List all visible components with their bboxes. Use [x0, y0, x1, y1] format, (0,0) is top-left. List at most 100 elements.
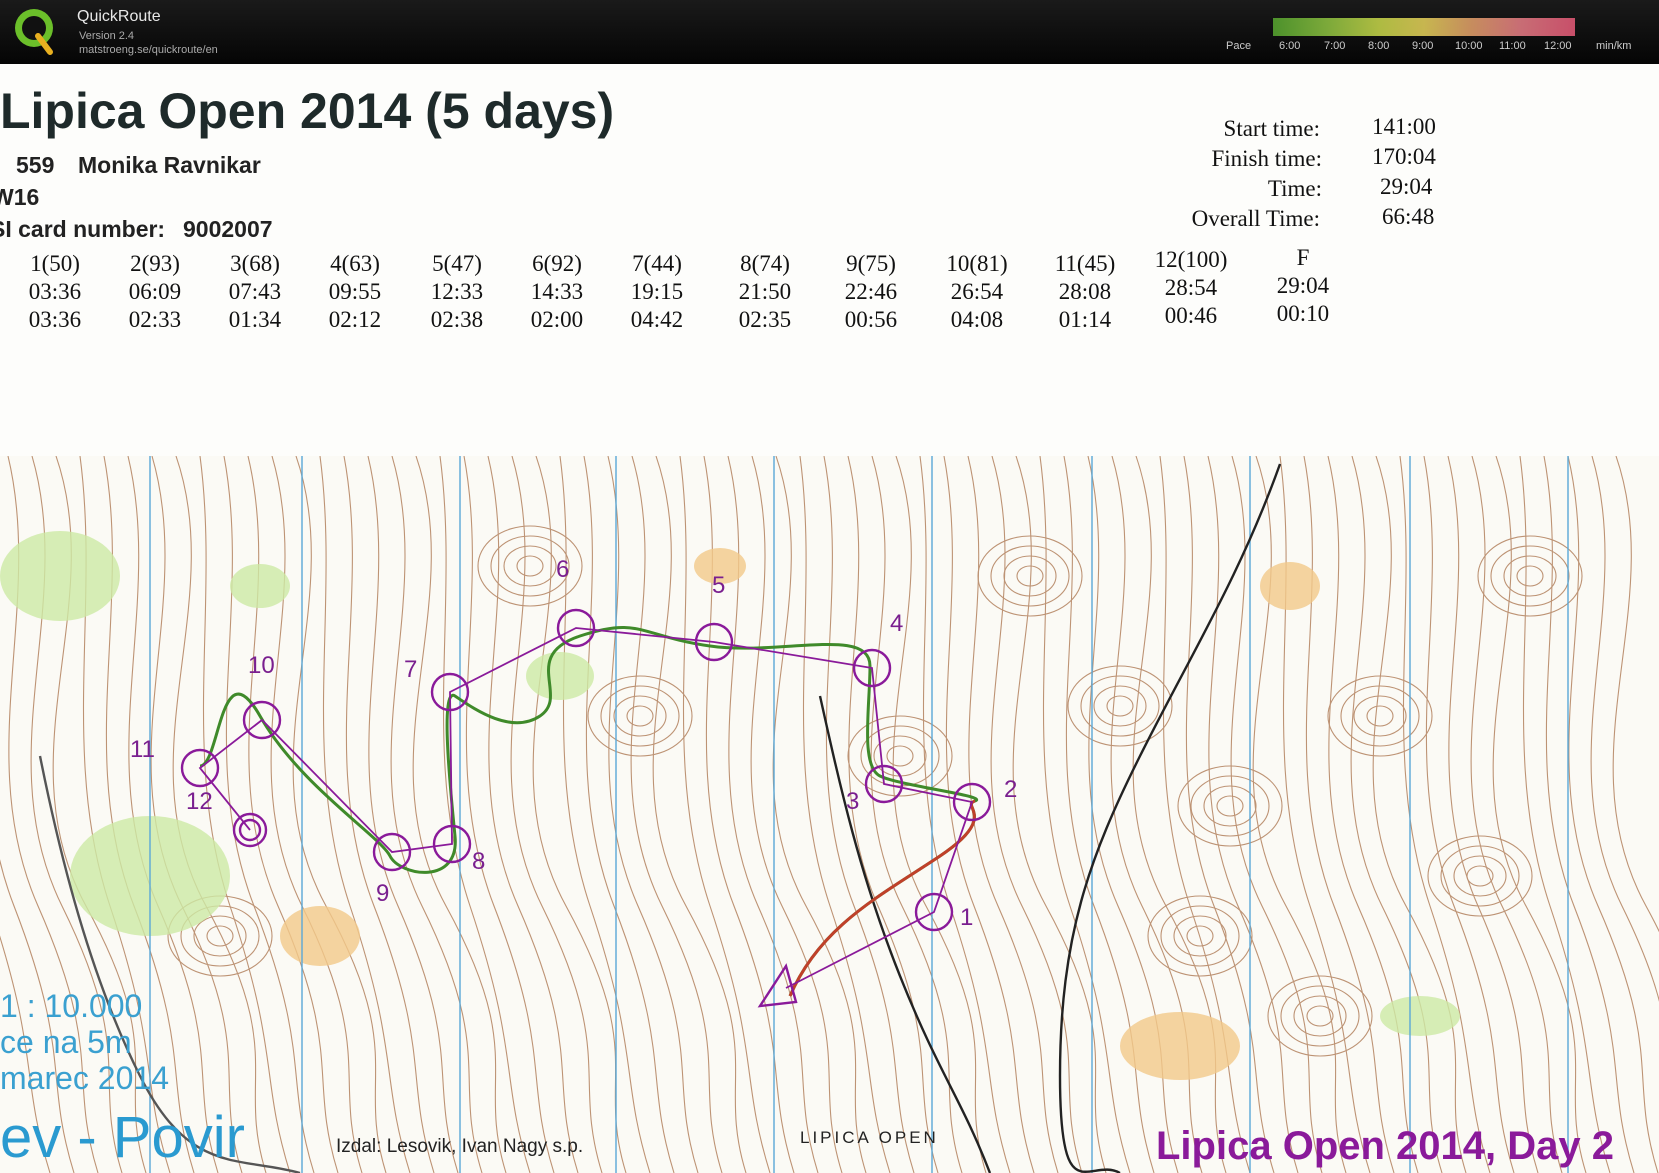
- split-leg: 02:38: [430, 307, 484, 332]
- start-time-value: 141:00: [1372, 114, 1436, 139]
- pace-tick: 10:00: [1455, 40, 1483, 52]
- split-leg: 04:42: [630, 307, 684, 332]
- map-sheet[interactable]: Lipica Open 2014 (5 days) 559 Monika Rav…: [0, 64, 1659, 1173]
- bib-number: 559: [16, 152, 55, 178]
- orienteering-map[interactable]: [0, 456, 1659, 1173]
- split-leg: 02:00: [530, 307, 584, 332]
- split-column: 9(75) 22:46 00:56: [826, 250, 916, 334]
- overall-time-value: 66:48: [1382, 204, 1435, 229]
- start-time-label: Start time:: [1223, 116, 1320, 141]
- time-value: 29:04: [1380, 174, 1433, 199]
- control-number-label: 7: [404, 656, 418, 683]
- split-cumulative: 06:09: [128, 279, 182, 304]
- contour-interval: ce na 5m: [0, 1024, 132, 1060]
- si-card-label: SI card number:: [0, 216, 166, 242]
- split-leg: 03:36: [28, 307, 82, 332]
- runner-name: Monika Ravnikar: [78, 152, 261, 178]
- map-area-name: ev - Povir: [0, 1105, 245, 1170]
- split-control: 4(63): [330, 251, 380, 276]
- split-cumulative: 28:08: [1058, 279, 1112, 304]
- pace-tick: 12:00: [1544, 40, 1572, 52]
- control-number-label: 11: [130, 736, 155, 763]
- split-cumulative: 09:55: [328, 279, 382, 304]
- split-control: 2(93): [130, 251, 180, 276]
- split-column: 10(81) 26:54 04:08: [932, 250, 1022, 334]
- pace-unit: min/km: [1596, 40, 1632, 52]
- pace-label: Pace: [1226, 40, 1252, 52]
- control-number-label: 3: [846, 788, 860, 815]
- split-leg: 04:08: [950, 307, 1004, 332]
- split-cumulative: 07:43: [228, 279, 282, 304]
- split-cumulative: 26:54: [950, 279, 1004, 304]
- split-column: 12(100) 28:54 00:46: [1146, 246, 1236, 330]
- finish-time-value: 170:04: [1372, 144, 1436, 169]
- control-number-label: 9: [376, 880, 390, 907]
- app-title-bar: QuickRoute Version 2.4 matstroeng.se/qui…: [0, 0, 1659, 64]
- pace-tick: 9:00: [1412, 40, 1434, 52]
- finish-time-label: Finish time:: [1211, 146, 1322, 171]
- control-number-label: 2: [1004, 776, 1018, 803]
- pace-tick: 11:00: [1499, 40, 1526, 52]
- split-column: 1(50) 03:36 03:36: [10, 250, 100, 334]
- split-leg: 02:33: [128, 307, 182, 332]
- split-control: F: [1296, 245, 1310, 270]
- split-cumulative: 14:33: [530, 279, 584, 304]
- split-leg: 00:46: [1164, 303, 1218, 328]
- split-column: 6(92) 14:33 02:00: [512, 250, 602, 334]
- app-url[interactable]: matstroeng.se/quickroute/en: [79, 44, 218, 56]
- split-cumulative: 03:36: [28, 279, 82, 304]
- split-control: 6(92): [532, 251, 582, 276]
- split-column: 2(93) 06:09 02:33: [110, 250, 200, 334]
- time-label: Time:: [1267, 176, 1322, 201]
- overall-time-label: Overall Time:: [1191, 206, 1320, 231]
- control-number-label: 8: [472, 848, 486, 875]
- split-control: 1(50): [30, 251, 80, 276]
- split-cumulative: 12:33: [430, 279, 484, 304]
- pace-tick: 6:00: [1279, 40, 1301, 52]
- split-cumulative: 22:46: [844, 279, 898, 304]
- class-name: W16: [0, 184, 40, 210]
- split-cumulative: 28:54: [1164, 275, 1218, 300]
- split-column: F 29:04 00:10: [1258, 244, 1348, 328]
- control-number-label: 10: [248, 652, 275, 679]
- split-leg: 00:56: [844, 307, 898, 332]
- split-column: 5(47) 12:33 02:38: [412, 250, 502, 334]
- split-control: 7(44): [632, 251, 682, 276]
- split-cumulative: 19:15: [630, 279, 684, 304]
- split-control: 10(81): [946, 251, 1008, 276]
- split-control: 9(75): [846, 251, 896, 276]
- split-control: 5(47): [432, 251, 482, 276]
- split-column: 3(68) 07:43 01:34: [210, 250, 300, 334]
- control-number-label: 6: [556, 556, 570, 583]
- pace-tick: 8:00: [1368, 40, 1390, 52]
- split-leg: 02:12: [328, 307, 382, 332]
- split-column: 8(74) 21:50 02:35: [720, 250, 810, 334]
- split-leg: 01:14: [1058, 307, 1112, 332]
- control-number-label: 12: [186, 788, 213, 815]
- split-leg: 01:34: [228, 307, 282, 332]
- split-column: 11(45) 28:08 01:14: [1040, 250, 1130, 334]
- day-title: Lipica Open 2014, Day 2: [1156, 1124, 1614, 1168]
- split-leg: 00:10: [1276, 301, 1330, 326]
- app-version: Version 2.4: [79, 30, 135, 42]
- split-column: 4(63) 09:55 02:12: [310, 250, 400, 334]
- split-column: 7(44) 19:15 04:42: [612, 250, 702, 334]
- map-date: marec 2014: [0, 1060, 169, 1096]
- publisher-credit: Izdal: Lesovik, Ivan Nagy s.p.: [336, 1136, 584, 1157]
- pace-color-scale: [1273, 18, 1575, 36]
- split-control: 8(74): [740, 251, 790, 276]
- si-card-number: 9002007: [183, 216, 273, 242]
- map-scale: 1 : 10.000: [0, 988, 143, 1024]
- split-leg: 02:35: [738, 307, 792, 332]
- lipica-open-logo: LIPICA OPEN: [800, 1128, 939, 1147]
- split-control: 12(100): [1154, 247, 1228, 272]
- pace-tick: 7:00: [1324, 40, 1346, 52]
- control-number-label: 1: [960, 904, 974, 931]
- split-cumulative: 29:04: [1276, 273, 1330, 298]
- split-control: 11(45): [1054, 251, 1116, 276]
- app-name: QuickRoute: [77, 8, 161, 25]
- control-number-label: 5: [712, 572, 726, 599]
- split-control: 3(68): [230, 251, 280, 276]
- quickroute-logo-icon: [15, 9, 53, 55]
- control-number-label: 4: [890, 610, 904, 637]
